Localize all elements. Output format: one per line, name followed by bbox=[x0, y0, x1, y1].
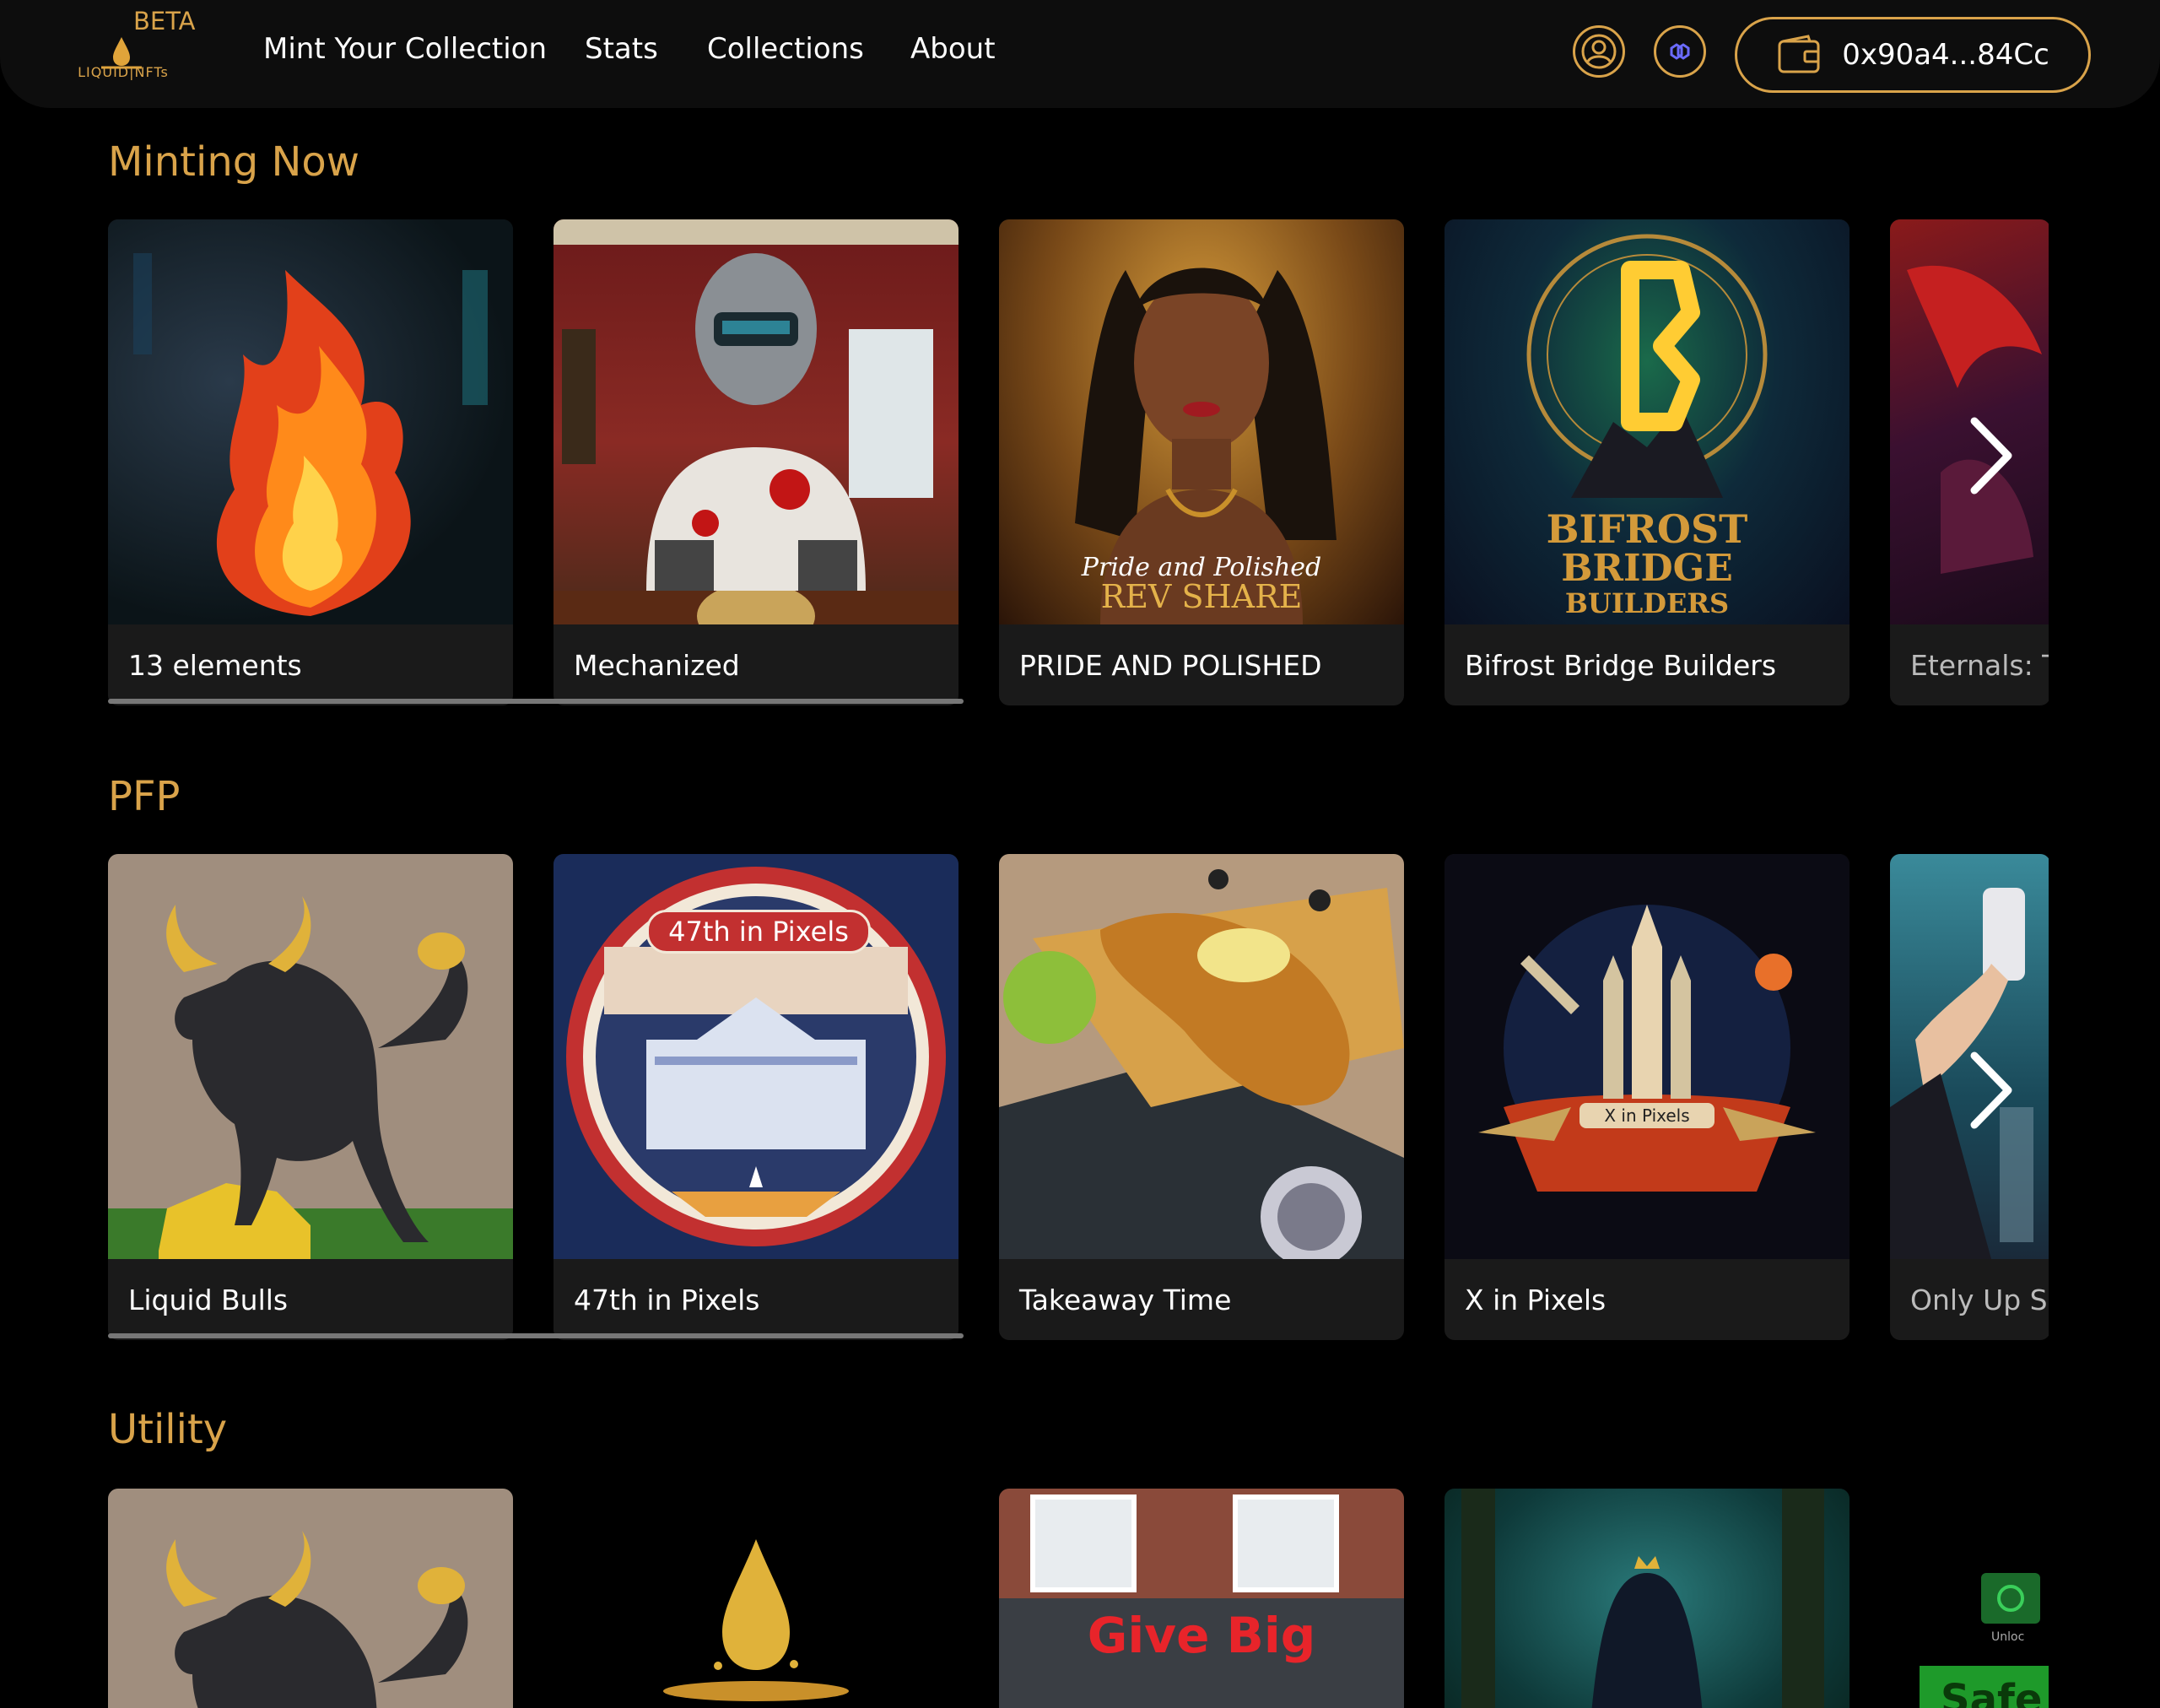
collection-thumbnail-shopfront: Give Big bbox=[999, 1489, 1404, 1708]
artwork-caption: REV SHARE bbox=[1100, 578, 1303, 615]
nav-mint-your-collection[interactable]: Mint Your Collection bbox=[263, 32, 547, 66]
profile-button[interactable] bbox=[1573, 25, 1625, 78]
logo-wordmark: LIQUID|NFTs bbox=[78, 64, 169, 80]
collection-name: PRIDE AND POLISHED bbox=[1019, 649, 1322, 682]
artwork-caption: BUILDERS bbox=[1564, 587, 1730, 619]
collection-card[interactable]: Unloc Safe bbox=[1890, 1489, 2049, 1708]
collection-thumbnail-bull bbox=[108, 1489, 513, 1708]
collection-thumbnail-rune: BIFROST BRIDGE BUILDERS bbox=[1444, 219, 1850, 624]
collection-thumbnail-forest bbox=[1444, 1489, 1850, 1708]
collection-name: Bifrost Bridge Builders bbox=[1465, 649, 1777, 682]
carousel-scrollbar-thumb[interactable] bbox=[108, 1333, 964, 1338]
collection-card[interactable] bbox=[554, 1489, 958, 1708]
collection-card[interactable]: 47th in Pixels 47th in Pixels bbox=[554, 854, 958, 1340]
carousel-scrollbar[interactable] bbox=[108, 1333, 2049, 1338]
collection-card[interactable]: BIFROST BRIDGE BUILDERS Bifrost Bridge B… bbox=[1444, 219, 1850, 705]
collection-name: 47th in Pixels bbox=[574, 1284, 760, 1316]
utility-carousel: Give Big Unloc Safe bbox=[108, 1489, 2049, 1708]
artwork-caption: BRIDGE bbox=[1561, 547, 1733, 590]
nav-stats[interactable]: Stats bbox=[585, 32, 658, 66]
section-title-utility: Utility bbox=[108, 1406, 228, 1453]
collection-name: Liquid Bulls bbox=[128, 1284, 289, 1316]
top-navbar: LIQUID|NFTs BETA Mint Your Collection St… bbox=[0, 0, 2160, 108]
wallet-connect-button[interactable]: 0x90a4...84Cc bbox=[1735, 17, 2091, 93]
artwork-caption: Safe bbox=[1941, 1676, 2043, 1708]
collection-thumbnail-portrait: Pride and Polished REV SHARE bbox=[999, 219, 1404, 624]
collection-card[interactable]: Mechanized bbox=[554, 219, 958, 705]
collection-card[interactable] bbox=[108, 1489, 513, 1708]
network-button[interactable] bbox=[1654, 25, 1706, 78]
collection-thumbnail-fire bbox=[108, 219, 513, 624]
collection-name: 13 elements bbox=[128, 649, 302, 682]
section-title-pfp: PFP bbox=[108, 773, 181, 820]
collection-card[interactable]: Give Big bbox=[999, 1489, 1404, 1708]
beta-badge: BETA bbox=[133, 7, 196, 35]
artwork-caption: BIFROST bbox=[1546, 506, 1748, 552]
collection-card[interactable]: Liquid Bulls bbox=[108, 854, 513, 1340]
collection-card[interactable]: 13 elements bbox=[108, 219, 513, 705]
collection-thumbnail-fish-chips bbox=[999, 854, 1404, 1259]
chain-link-icon bbox=[1670, 43, 1690, 60]
collection-name: Only Up Se bbox=[1910, 1284, 2049, 1316]
wallet-address: 0x90a4...84Cc bbox=[1842, 38, 2049, 72]
pfp-carousel: Liquid Bulls 47th in Pixels 47th in Pixe… bbox=[108, 854, 2049, 1360]
nav-collections[interactable]: Collections bbox=[707, 32, 864, 66]
collection-card[interactable]: Takeaway Time bbox=[999, 854, 1404, 1340]
artwork-caption: X in Pixels bbox=[1580, 1103, 1714, 1128]
carousel-next-chevron-icon[interactable] bbox=[1956, 409, 2023, 502]
minting-now-carousel: 13 elements Mechanized Pride and Polishe… bbox=[108, 219, 2049, 726]
nav-about[interactable]: About bbox=[910, 32, 996, 66]
collection-name: Eternals: Tl bbox=[1910, 649, 2049, 682]
collection-thumbnail-white-house: 47th in Pixels bbox=[554, 854, 958, 1259]
artwork-caption: Unloc bbox=[1991, 1630, 2025, 1644]
carousel-scrollbar-thumb[interactable] bbox=[108, 699, 964, 704]
artwork-caption: 47th in Pixels bbox=[646, 910, 871, 954]
collection-card[interactable]: X in Pixels X in Pixels bbox=[1444, 854, 1850, 1340]
collection-thumbnail-robot-office bbox=[554, 219, 958, 624]
carousel-scrollbar[interactable] bbox=[108, 699, 2049, 704]
collection-card[interactable]: Pride and Polished REV SHARE PRIDE AND P… bbox=[999, 219, 1404, 705]
carousel-next-chevron-icon[interactable] bbox=[1956, 1044, 2023, 1137]
collection-thumbnail-drop bbox=[554, 1489, 958, 1708]
collection-thumbnail-safe: Unloc Safe bbox=[1890, 1489, 2049, 1708]
collection-name: X in Pixels bbox=[1465, 1284, 1606, 1316]
collection-name: Takeaway Time bbox=[1019, 1284, 1232, 1316]
collection-thumbnail-rockets: X in Pixels bbox=[1444, 854, 1850, 1259]
section-title-minting-now: Minting Now bbox=[108, 138, 360, 186]
collection-card[interactable] bbox=[1444, 1489, 1850, 1708]
user-circle-icon bbox=[1581, 34, 1617, 69]
collection-name: Mechanized bbox=[574, 649, 740, 682]
collection-thumbnail-bull bbox=[108, 854, 513, 1259]
artwork-caption: Give Big bbox=[1087, 1607, 1316, 1664]
wallet-icon bbox=[1778, 35, 1820, 73]
